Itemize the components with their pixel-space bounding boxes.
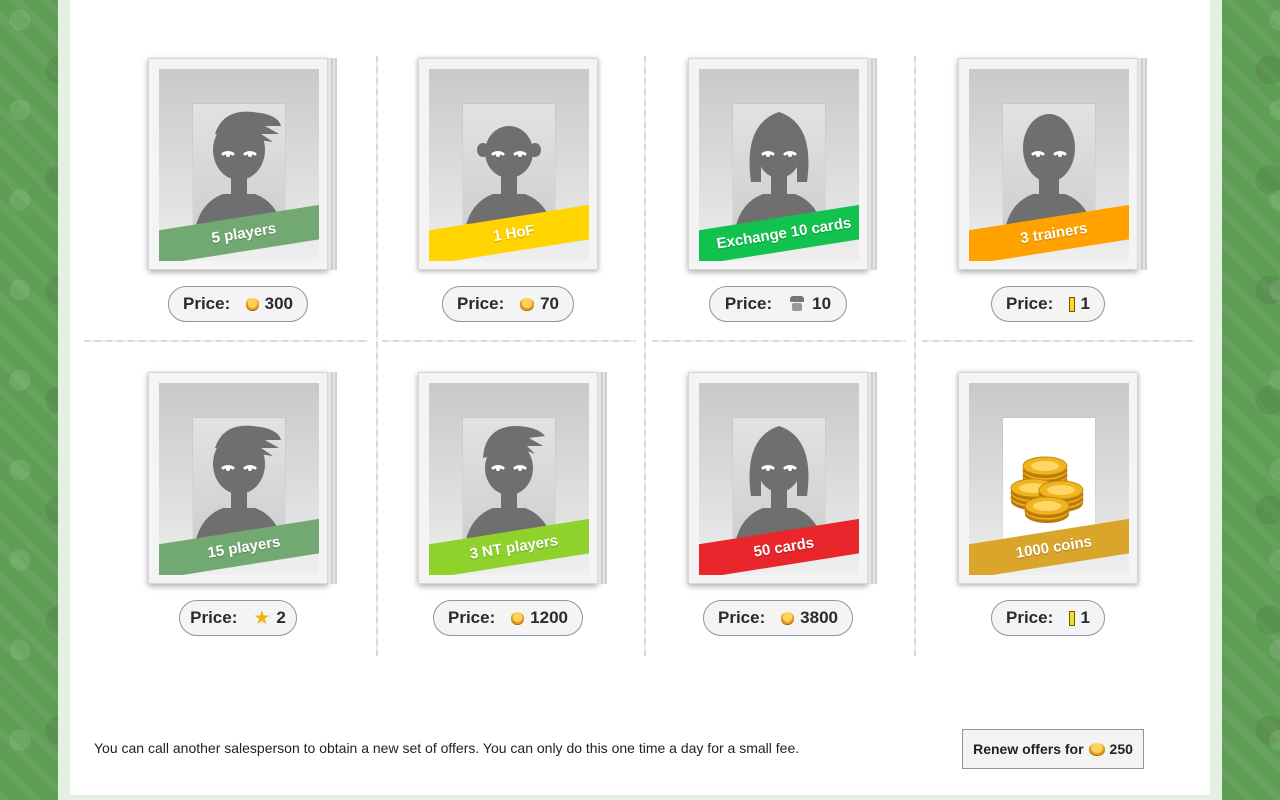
card-frame: 3 trainers <box>958 58 1138 270</box>
renew-offers-button[interactable]: Renew offers for 250 <box>962 729 1144 769</box>
coin-icon <box>511 612 525 624</box>
card-artwork: 15 players <box>159 383 319 575</box>
card-artwork: 3 trainers <box>969 69 1129 261</box>
player-silhouette <box>733 104 825 229</box>
card-frame: 5 players <box>148 58 328 270</box>
price-label: Price: <box>1006 294 1054 313</box>
card-frame: Exchange 10 cards <box>688 58 868 270</box>
offer-cell: 1000 coins Price: 1 <box>880 314 1150 636</box>
card-artwork: 1 HoF <box>429 69 589 261</box>
price-label: Price: <box>724 294 773 313</box>
price-value: 1 <box>1080 608 1090 627</box>
renew-label: Renew offers for <box>973 741 1084 757</box>
card-frame: 3 NT players <box>418 372 598 584</box>
offer-cell: 50 cards Price: 3800 <box>610 314 880 636</box>
card-frame: 1000 coins <box>958 372 1138 584</box>
offer-card-pack[interactable]: 1000 coins <box>958 372 1138 584</box>
offer-cell: 3 trainers Price: 1 <box>880 0 1150 322</box>
gold-bar-icon <box>1069 610 1075 626</box>
coin-icon <box>520 298 535 310</box>
offer-cell: 15 players Price: ★ 2 <box>70 314 340 636</box>
offer-card-pack[interactable]: 15 players <box>148 372 328 584</box>
player-silhouette <box>733 418 825 543</box>
offer-card-pack[interactable]: Exchange 10 cards <box>688 58 868 270</box>
card-artwork: 3 NT players <box>429 383 589 575</box>
price-label: Price: <box>457 294 505 313</box>
price-label: Price: <box>1006 608 1054 627</box>
price-value: 70 <box>540 294 559 313</box>
coin-icon <box>1088 743 1105 755</box>
price-label: Price: <box>448 608 496 627</box>
nt-star-icon: ★ <box>253 607 271 629</box>
renew-price: 250 <box>1109 741 1133 757</box>
coin-icon <box>781 612 795 624</box>
price-value: 2 <box>276 608 286 627</box>
price-label: Price: <box>718 608 766 627</box>
gold-bar-icon <box>1069 296 1075 312</box>
card-frame: 15 players <box>148 372 328 584</box>
card-artwork: 5 players <box>159 69 319 261</box>
player-silhouette <box>193 418 285 543</box>
price-value: 300 <box>264 294 293 313</box>
offer-card-pack[interactable]: 50 cards <box>688 372 868 584</box>
player-silhouette <box>463 104 555 229</box>
price-value: 10 <box>812 294 832 313</box>
card-artwork: 50 cards <box>699 383 859 575</box>
offer-card-pack[interactable]: 3 trainers <box>958 58 1138 270</box>
card-artwork: Exchange 10 cards <box>699 69 859 261</box>
spy-icon <box>788 296 806 312</box>
offer-card-pack[interactable]: 5 players <box>148 58 328 270</box>
player-silhouette <box>463 418 555 543</box>
coin-icon <box>246 298 259 310</box>
player-silhouette <box>1003 104 1095 229</box>
offer-price-button[interactable]: Price: 3800 <box>703 600 853 636</box>
player-silhouette <box>193 104 285 229</box>
offer-price-button[interactable]: Price: ★ 2 <box>179 600 297 636</box>
offer-cell: 5 players Price: 300 <box>70 0 340 322</box>
price-label: Price: <box>183 294 231 313</box>
offer-price-button[interactable]: Price: 1200 <box>433 600 583 636</box>
price-label: Price: <box>190 608 238 627</box>
offer-cell: 3 NT players Price: 1200 <box>340 314 610 636</box>
price-value: 3800 <box>800 608 838 627</box>
offer-price-button[interactable]: Price: 1 <box>991 600 1105 636</box>
card-artwork: 1000 coins <box>969 383 1129 575</box>
offer-card-pack[interactable]: 1 HoF <box>418 58 598 270</box>
offer-card-pack[interactable]: 3 NT players <box>418 372 598 584</box>
renew-info-text: You can call another salesperson to obta… <box>94 740 800 756</box>
card-frame: 1 HoF <box>418 58 598 270</box>
price-value: 1200 <box>530 608 568 627</box>
card-frame: 50 cards <box>688 372 868 584</box>
coin-pile-image <box>1003 418 1095 543</box>
offer-cell: Exchange 10 cards Price: 10 <box>610 0 880 322</box>
offer-cell: 1 HoF Price: 70 <box>340 0 610 322</box>
price-value: 1 <box>1080 294 1090 313</box>
